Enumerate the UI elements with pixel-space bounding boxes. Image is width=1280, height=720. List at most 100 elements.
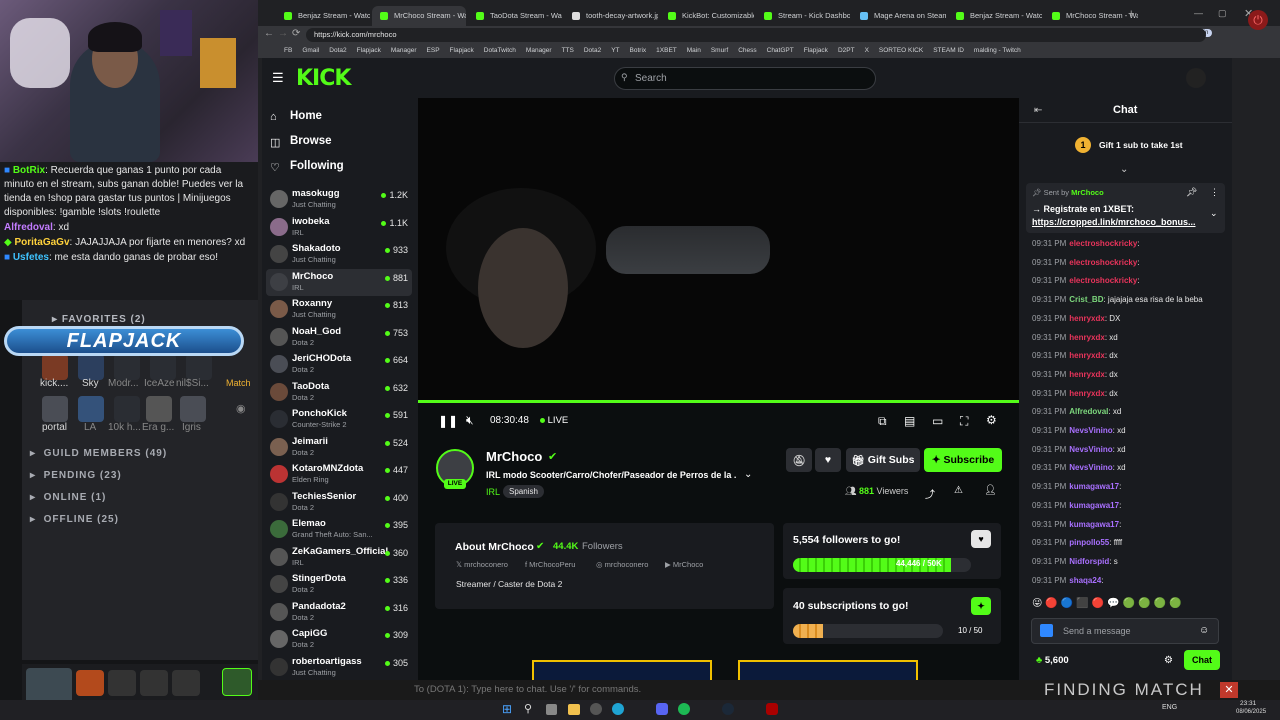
tag-badge[interactable]: Spanish	[503, 485, 544, 498]
sidebar-channel[interactable]: Roxanny Just Chatting 813	[266, 296, 412, 323]
discord-icon[interactable]	[656, 703, 668, 715]
sidebar-channel[interactable]: Jeimarii Dota 2 524	[266, 434, 412, 461]
notify-off-button[interactable]: 🔕︎	[786, 448, 812, 472]
mute-icon[interactable]: 🔇︎	[466, 413, 474, 428]
chevron-down-icon[interactable]: ⌄	[1120, 164, 1128, 175]
bookmark[interactable]: D2PT	[838, 47, 855, 54]
browser-tab[interactable]: tooth-decay-artwork.jp	[564, 6, 658, 26]
chat-username[interactable]: NevsVinino	[1069, 426, 1112, 435]
bookmark[interactable]: ChatGPT	[767, 47, 794, 54]
social-facebook[interactable]: f MrChocoPeru	[525, 560, 575, 569]
subscribe-button[interactable]: ✦ Subscribe	[924, 448, 1002, 472]
browser-tab[interactable]: MrChoco Stream - Wat	[1044, 6, 1138, 26]
browser-tab[interactable]: Mage Arena on Steam	[852, 6, 946, 26]
steam-icon[interactable]	[722, 703, 734, 715]
browser-tab[interactable]: MrChoco Stream - Wat	[372, 6, 466, 26]
sidebar-channel[interactable]: iwobeka IRL 1.1K	[266, 214, 412, 241]
sidebar-channel[interactable]: NoaH_God Dota 2 753	[266, 324, 412, 351]
cancel-match-button[interactable]: ✕	[1220, 682, 1238, 698]
sidebar-channel[interactable]: JeriCHODota Dota 2 664	[266, 351, 412, 378]
goal-sub-button[interactable]: ✦	[971, 597, 991, 615]
bookmark[interactable]: Main	[687, 47, 701, 54]
forward-icon[interactable]: →	[278, 28, 288, 39]
chat-username[interactable]: kumagawa17	[1069, 501, 1119, 510]
gift-subs-button[interactable]: 🎁︎ Gift Subs	[846, 448, 920, 472]
profile-icon[interactable]: 👤︎	[984, 485, 997, 496]
chat-username[interactable]: henryxdx	[1069, 314, 1105, 323]
bookmark[interactable]: Flapjack	[450, 47, 474, 54]
chat-username[interactable]: NevsVinino	[1069, 445, 1112, 454]
chrome-icon[interactable]	[590, 703, 602, 715]
chat-username[interactable]: henryxdx	[1069, 389, 1105, 398]
chevron-down-icon[interactable]: ⌄	[744, 469, 752, 480]
back-icon[interactable]: ←	[264, 28, 274, 39]
social-instagram[interactable]: ◎ mrchoconero	[596, 560, 648, 569]
bookmark[interactable]: Smurf	[711, 47, 728, 54]
bookmark[interactable]: ESP	[427, 47, 440, 54]
sidebar-channel[interactable]: PonchoKick Counter-Strike 2 591	[266, 406, 412, 433]
bookmark[interactable]: Dota2	[329, 47, 346, 54]
clock-time[interactable]: 23:31	[1240, 700, 1256, 707]
file-explorer-icon[interactable]	[568, 704, 580, 715]
sidebar-channel[interactable]: StingerDota Dota 2 336	[266, 571, 412, 598]
dota-icon[interactable]	[766, 703, 778, 715]
windows-start-icon[interactable]: ⊞	[502, 702, 512, 716]
bookmark[interactable]: Manager	[391, 47, 417, 54]
chat-username[interactable]: electroshockricky	[1069, 276, 1137, 285]
chat-username[interactable]: Alfredoval	[1069, 407, 1108, 416]
chat-username[interactable]: henryxdx	[1069, 333, 1105, 342]
browser-tab[interactable]: Benjaz Stream - Watch	[276, 6, 370, 26]
chat-username[interactable]: Crist_BD	[1069, 295, 1103, 304]
chat-username[interactable]: kumagawa17	[1069, 520, 1119, 529]
chat-username[interactable]: henryxdx	[1069, 370, 1105, 379]
share-icon[interactable]: ⤴	[925, 486, 935, 501]
browser-tab[interactable]: TaoDota Stream - Wat	[468, 6, 562, 26]
search-input[interactable]: Search	[614, 67, 876, 90]
dota-chat-input[interactable]: To (DOTA 1): Type here to chat. Use '/' …	[414, 680, 641, 700]
user-avatar[interactable]	[1186, 68, 1206, 88]
sidebar-channel[interactable]: robertoartigass Just Chatting 305	[266, 654, 412, 681]
sidebar-channel[interactable]: Elemao Grand Theft Auto: San... 395	[266, 516, 412, 543]
sidebar-channel[interactable]: TaoDota Dota 2 632	[266, 379, 412, 406]
bookmark[interactable]: malding - Twitch	[974, 47, 1021, 54]
bookmark[interactable]: Chess	[738, 47, 756, 54]
goal-heart-button[interactable]: ♥	[971, 530, 991, 548]
bookmark[interactable]: Flapjack	[357, 47, 381, 54]
nav-browse[interactable]: Browse	[290, 135, 332, 147]
settings-icon[interactable]: ⚙	[986, 413, 997, 427]
social-x[interactable]: 𝕏 mrchoconero	[456, 560, 508, 569]
bookmark[interactable]: Botrix	[630, 47, 647, 54]
kick-logo[interactable]: KICK	[296, 66, 351, 91]
ad-banner[interactable]	[738, 660, 918, 680]
sidebar-channel[interactable]: KotaroMNZdota Elden Ring 447	[266, 461, 412, 488]
task-view-icon[interactable]	[546, 704, 557, 715]
emote-bar[interactable]: 😜︎🔴🔵⬛🔴💬🟢🟢🟢🟢	[1032, 598, 1222, 614]
chat-username[interactable]: kumagawa17	[1069, 482, 1119, 491]
pin-icon[interactable]: 📌︎	[1186, 187, 1197, 198]
gift-leader-text[interactable]: Gift 1 sub to take 1st	[1099, 140, 1183, 150]
bookmark[interactable]: YT	[611, 47, 619, 54]
bookmark[interactable]: Dota2	[584, 47, 601, 54]
more-icon[interactable]: ⋮	[1210, 187, 1219, 198]
game-icon[interactable]	[78, 396, 104, 422]
pip-icon[interactable]: ⧉	[878, 414, 887, 429]
browser-tab[interactable]: Stream - Kick Dashboa	[756, 6, 850, 26]
chat-settings-icon[interactable]: ⚙	[1164, 655, 1173, 666]
search-icon[interactable]: ⚲	[524, 702, 532, 715]
channel-points[interactable]: ♣ 5,600	[1036, 655, 1069, 666]
sidebar-channel[interactable]: Shakadoto Just Chatting 933	[266, 241, 412, 268]
bookmark[interactable]: 1XBET	[656, 47, 677, 54]
sidebar-channel[interactable]: MrChoco IRL 881	[266, 268, 412, 296]
bookmark[interactable]: Flapjack	[804, 47, 828, 54]
clip-icon[interactable]: ▤	[904, 414, 915, 428]
bookmark[interactable]: Gmail	[302, 47, 319, 54]
follow-button[interactable]: ♥	[815, 448, 841, 472]
spotify-icon[interactable]	[678, 703, 690, 715]
stream-category[interactable]: IRL	[486, 487, 500, 497]
video-player[interactable]	[418, 98, 1019, 402]
reload-icon[interactable]: ⟳	[292, 28, 300, 39]
sidebar-channel[interactable]: CapiGG Dota 2 309	[266, 626, 412, 653]
game-icon[interactable]	[114, 396, 140, 422]
chevron-down-icon[interactable]: ⌄	[1210, 208, 1218, 219]
fullscreen-icon[interactable]: ⛶	[960, 414, 968, 429]
